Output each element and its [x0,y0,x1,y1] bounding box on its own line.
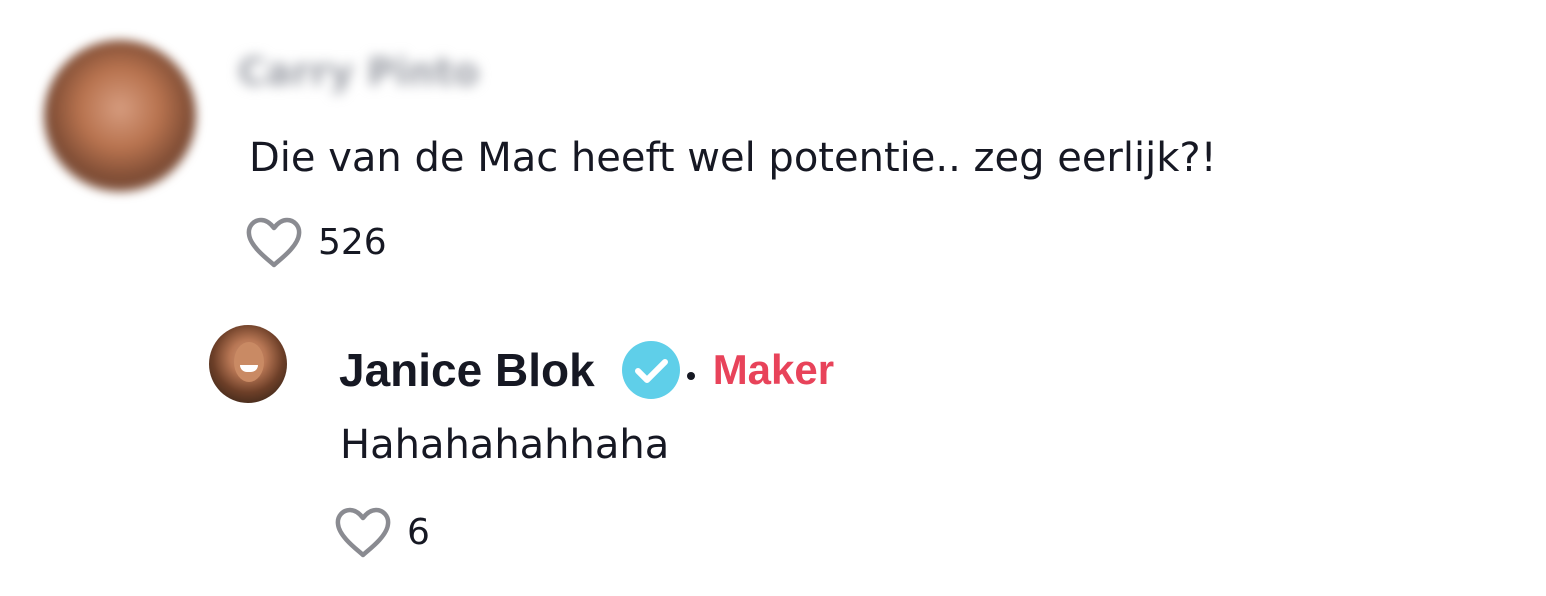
reply-like-count: 6 [407,512,430,553]
verified-check-icon [621,341,680,399]
reply-username[interactable]: Janice Blok [339,343,595,397]
heart-outline-icon[interactable] [244,216,304,270]
reply-like-button[interactable]: 6 [333,506,430,560]
commenter-avatar[interactable] [44,40,196,192]
reply-header: Janice Blok Maker [339,340,834,400]
reply-text: Hahahahahhaha [340,422,670,468]
heart-outline-icon[interactable] [333,506,393,560]
comment-text: Die van de Mac heeft wel potentie.. zeg … [249,135,1217,181]
separator-dot [686,372,695,380]
reply-avatar[interactable] [209,325,287,403]
maker-badge: Maker [712,346,835,393]
avatar-face [234,342,264,382]
comment-like-count: 526 [318,222,387,263]
comment-like-button[interactable]: 526 [244,216,387,270]
commenter-username[interactable]: Carry Pinto [238,50,479,94]
